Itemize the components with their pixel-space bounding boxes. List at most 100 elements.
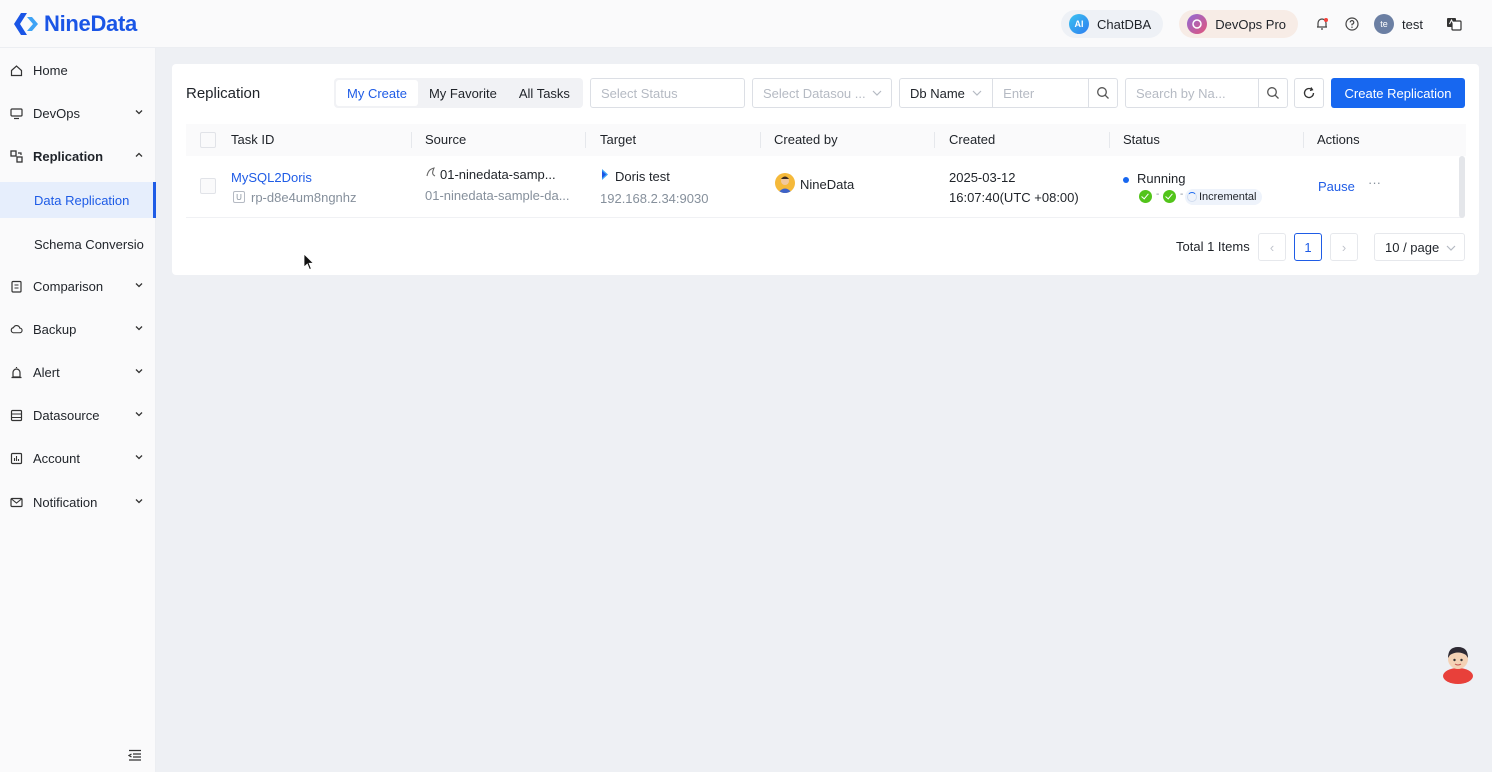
more-actions-icon[interactable]: ··· [1368,175,1381,190]
sidebar-item-alert[interactable]: Alert [0,354,156,390]
sidebar-item-label: Notification [33,494,98,510]
mouse-cursor-icon [303,253,315,271]
col-target[interactable]: Target [600,132,636,147]
table-scrollbar[interactable] [1459,156,1465,218]
status-dot [1123,176,1129,183]
sidebar-item-label: Backup [33,321,77,337]
sidebar-item-label: Replication [33,148,104,164]
chevron-down-icon [135,455,143,460]
phase-connector: - [1180,189,1184,200]
total-items: Total 1 Items [1176,239,1250,254]
sidebar-item-label: Home [33,62,68,78]
clipboard-icon [10,280,23,293]
table-header: Task ID Source Target Created by Created… [186,124,1466,156]
bell-icon[interactable] [1314,16,1330,32]
column-divider [760,132,761,148]
creator-name: NineData [800,177,855,192]
prev-page-button[interactable]: ‹ [1258,233,1286,261]
tab-my-favorite[interactable]: My Favorite [418,80,508,106]
monitor-icon [10,107,23,120]
language-icon[interactable] [1446,16,1462,32]
sidebar-item-backup[interactable]: Backup [0,311,156,347]
sidebar-item-home[interactable]: Home [0,52,156,88]
next-page-button[interactable]: › [1330,233,1358,261]
page-title: Replication [186,85,261,102]
brand-logo[interactable]: NineData [12,11,137,37]
sidebar-item-comparison[interactable]: Comparison [0,268,156,304]
page-size-select[interactable]: 10 / page [1374,233,1465,261]
chevron-down-icon [972,90,982,96]
col-task-id[interactable]: Task ID [231,132,274,147]
doris-icon [600,168,612,182]
datasource-select[interactable]: Select Datasou ... [752,78,892,108]
replication-panel: Replication My Create My Favorite All Ta… [172,64,1479,275]
user-name[interactable]: test [1402,17,1423,32]
phase-incremental-badge: Incremental [1185,189,1263,205]
tab-all-tasks[interactable]: All Tasks [508,80,581,106]
chevron-down-icon [135,283,143,288]
mysql-icon [425,166,439,180]
collapse-sidebar-icon[interactable] [128,748,142,762]
tab-my-create[interactable]: My Create [336,80,418,106]
pause-link[interactable]: Pause [1318,179,1355,194]
sidebar-item-account[interactable]: Account [0,440,156,476]
col-source[interactable]: Source [425,132,466,147]
status-running: Running [1123,171,1185,186]
customer-support-avatar-icon[interactable] [1440,642,1476,684]
replication-icon [10,149,23,163]
page-number-button[interactable]: 1 [1294,233,1322,261]
refresh-button[interactable] [1294,78,1324,108]
phase-connector: - [1156,189,1160,200]
sidebar-item-devops[interactable]: DevOps [0,95,156,131]
user-avatar[interactable]: te [1374,14,1395,34]
chevron-down-icon [135,326,143,331]
col-created-by[interactable]: Created by [774,132,838,147]
task-filter-tabs: My Create My Favorite All Tasks [334,78,583,108]
col-status[interactable]: Status [1123,132,1160,147]
status-select[interactable]: Select Status [590,78,745,108]
column-divider [934,132,935,148]
sidebar-item-notification[interactable]: Notification [0,484,156,520]
chevron-down-icon [135,412,143,417]
ninedata-logo-icon [12,11,40,37]
status-text: Running [1137,171,1186,186]
target-address: 192.168.2.34:9030 [600,191,709,206]
row-checkbox[interactable] [200,178,216,194]
sidebar-subitem-data-replication[interactable]: Data Replication [0,182,156,218]
create-replication-button[interactable]: Create Replication [1331,78,1465,108]
cloud-icon [10,323,23,336]
check-icon [1163,190,1176,203]
created-date: 2025-03-12 [949,170,1016,185]
top-header: NineData AI ChatDBA DevOps Pro te test [0,0,1492,48]
search-icon[interactable] [1089,79,1117,107]
datasource-select-placeholder: Select Datasou ... [763,85,866,101]
column-divider [1109,132,1110,148]
created-time: 16:07:40(UTC +08:00) [949,190,1079,205]
home-icon [10,64,23,77]
sidebar-item-replication[interactable]: Replication [0,138,156,174]
sidebar-item-label: DevOps [33,105,80,121]
column-divider [1303,132,1304,148]
table-row: MySQL2Doris U rp-d8e4um8ngnhz 01-ninedat… [186,156,1462,218]
status-select-placeholder: Select Status [601,85,678,101]
devops-pro-button[interactable]: DevOps Pro [1179,10,1299,38]
sidebar-item-label: Comparison [33,278,104,294]
sidebar-item-label: Datasource [33,407,100,423]
db-name-input[interactable]: Enter [993,79,1090,107]
mail-icon [10,496,23,509]
task-name-link[interactable]: MySQL2Doris [231,170,312,185]
sidebar-subitem-schema-conversion[interactable]: Schema Conversio [0,226,156,262]
name-search-input[interactable]: Search by Na... [1126,79,1259,107]
chevron-up-icon [135,152,143,157]
db-name-select[interactable]: Db Name [900,79,994,107]
sidebar-item-label: Account [33,450,80,466]
sidebar-item-datasource[interactable]: Datasource [0,397,156,433]
chatdba-button[interactable]: AI ChatDBA [1061,10,1164,38]
search-icon[interactable] [1259,79,1287,107]
select-all-checkbox[interactable] [200,132,216,148]
col-created[interactable]: Created [949,132,995,147]
help-icon[interactable] [1344,16,1360,32]
refresh-icon [1303,87,1315,99]
ai-icon: AI [1069,14,1090,34]
sidebar: Home DevOps Replication Data Replication… [0,48,156,772]
